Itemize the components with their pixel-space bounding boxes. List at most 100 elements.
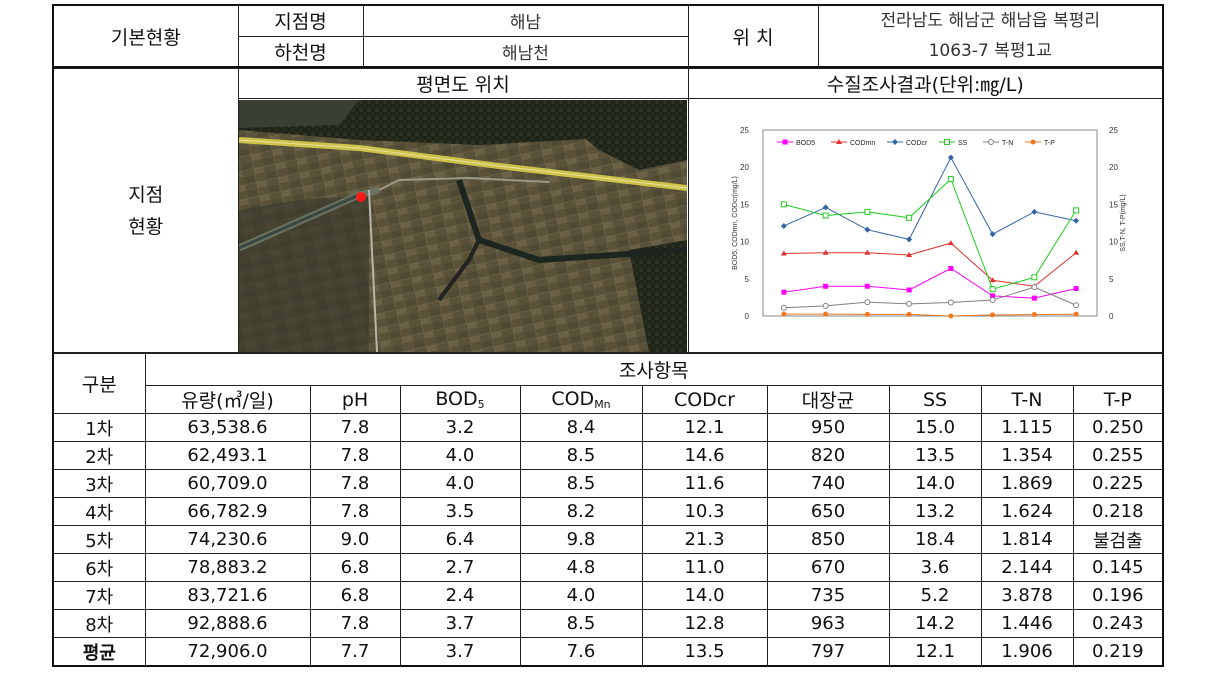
point-CODcr (892, 138, 899, 145)
table-cell: 1.446 (980, 609, 1074, 638)
table-row: 4차 66,782.9 7.8 3.5 8.2 10.3 650 13.2 1.624 0.218 (52, 497, 1164, 526)
table-cell: 1.115 (980, 413, 1074, 442)
info-table: 기본현황 지점명 해남 위 치 전라남도 해남군 해남읍 복평리 1063-7 … (52, 4, 1164, 68)
point-CODcr (948, 154, 955, 161)
table-cell: 1.814 (980, 525, 1074, 554)
point-T-P (1073, 311, 1079, 317)
basic-status-label: 기본현황 (52, 4, 239, 68)
table-row: 평균 72,906.0 7.7 3.7 7.6 13.5 797 12.1 1.906 0.219 (52, 637, 1164, 667)
table-row: 5차 74,230.6 9.0 6.4 9.8 21.3 850 18.4 1.814 불검출 (52, 525, 1164, 554)
table-cell: 14.2 (888, 609, 982, 638)
col-cod-sub: Mn (594, 398, 611, 411)
table-cell: 7.8 (309, 441, 401, 470)
table-cell: 670 (766, 553, 890, 582)
left-axis-label: BOD5, CODmn, CODcr(mg/L) (732, 176, 739, 270)
table-cell: 0.196 (1072, 581, 1164, 610)
document: 기본현황 지점명 해남 위 치 전라남도 해남군 해남읍 복평리 1063-7 … (52, 4, 1165, 672)
table-cell: 2.144 (980, 553, 1074, 582)
river-value: 해남천 (362, 35, 689, 68)
table-cell: 3.7 (399, 609, 521, 638)
table-cell: 3.878 (980, 581, 1074, 610)
point-SS (781, 200, 788, 207)
site-status-label-1: 지점 (128, 183, 164, 206)
table-cell: 1.906 (980, 637, 1074, 667)
point-T-P (823, 311, 829, 317)
table-cell: 15.0 (888, 413, 982, 442)
table-cell: 3.7 (399, 637, 521, 667)
table-cell: 1.354 (980, 441, 1074, 470)
point-CODcr (906, 235, 913, 242)
col-ss: SS (888, 385, 982, 414)
map-cell (237, 98, 689, 353)
table-cell: 820 (766, 441, 890, 470)
col-flow: 유량(㎥/일) (144, 385, 311, 414)
point-CODcr (989, 230, 996, 237)
site-status-label-2: 현황 (128, 215, 164, 238)
table-cell: 6.8 (309, 581, 401, 610)
legend-label-T-N: T-N (1002, 140, 1013, 147)
table-cell: 8.2 (519, 497, 643, 526)
table-cell: 7.8 (309, 609, 401, 638)
point-SS (989, 285, 996, 292)
table-cell: 92,888.6 (144, 609, 311, 638)
point-SS (864, 208, 871, 215)
point-T-P (990, 311, 996, 317)
site-marker (356, 192, 366, 202)
table-cell: 14.0 (888, 469, 982, 498)
table-cell: 9.0 (309, 525, 401, 554)
col-tn: T-N (980, 385, 1074, 414)
point-BOD5 (823, 283, 829, 289)
table-cell: 0.250 (1072, 413, 1164, 442)
table-cell: 740 (766, 469, 890, 498)
table-cell: 13.5 (888, 441, 982, 470)
right-tick-label: 0 (1109, 312, 1114, 321)
table-cell: 4.8 (519, 553, 643, 582)
left-tick-label: 25 (740, 126, 749, 135)
point-T-P (1032, 311, 1038, 317)
left-tick-label: 10 (740, 237, 749, 246)
col-coliform: 대장균 (766, 385, 890, 414)
table-cell: 0.145 (1072, 553, 1164, 582)
items-header: 조사항목 (144, 353, 1164, 386)
point-CODcr (781, 222, 788, 229)
status-table: 지점 현황 평면도 위치 수질조사결과(단위:㎎/L) 0 0 5 5 10 1… (52, 68, 1164, 353)
col-codcr: CODcr (641, 385, 768, 414)
table-row: 6차 78,883.2 6.8 2.7 4.8 11.0 670 3.6 2.144 0.145 (52, 553, 1164, 582)
row-label: 6차 (52, 553, 146, 582)
table-cell: 14.0 (641, 581, 768, 610)
legend-label-CODmn: CODmn (850, 140, 875, 147)
point-BOD5 (1073, 285, 1079, 291)
table-cell: 797 (766, 637, 890, 667)
row-label: 7차 (52, 581, 146, 610)
point-CODmn (1073, 249, 1080, 255)
point-CODmn (864, 249, 871, 255)
point-T-P (865, 311, 871, 317)
point-T-N (1073, 301, 1080, 308)
aerial-map-image (239, 100, 687, 352)
table-cell: 10.3 (641, 497, 768, 526)
table-cell: 7.8 (309, 469, 401, 498)
group-header: 구분 (52, 353, 146, 414)
point-T-N (989, 296, 996, 303)
table-cell: 4.0 (399, 469, 521, 498)
left-tick-label: 15 (740, 200, 749, 209)
location-label: 위 치 (687, 4, 819, 68)
point-BOD5 (782, 139, 788, 144)
table-row: 8차 92,888.6 7.8 3.7 8.5 12.8 963 14.2 1.446 0.243 (52, 609, 1164, 638)
table-cell: 11.6 (641, 469, 768, 498)
col-bod-text: BOD (435, 388, 478, 410)
point-T-N (781, 304, 788, 311)
row-label: 4차 (52, 497, 146, 526)
table-cell: 78,883.2 (144, 553, 311, 582)
table-cell: 7.8 (309, 497, 401, 526)
point-T-P (906, 311, 912, 317)
table-cell: 650 (766, 497, 890, 526)
table-cell: 1.624 (980, 497, 1074, 526)
point-CODmn (948, 239, 955, 245)
table-cell: 83,721.6 (144, 581, 311, 610)
point-T-N (988, 138, 995, 145)
table-cell: 6.4 (399, 525, 521, 554)
point-CODcr (1073, 217, 1080, 224)
left-tick-label: 0 (745, 312, 750, 321)
table-cell: 8.4 (519, 413, 643, 442)
